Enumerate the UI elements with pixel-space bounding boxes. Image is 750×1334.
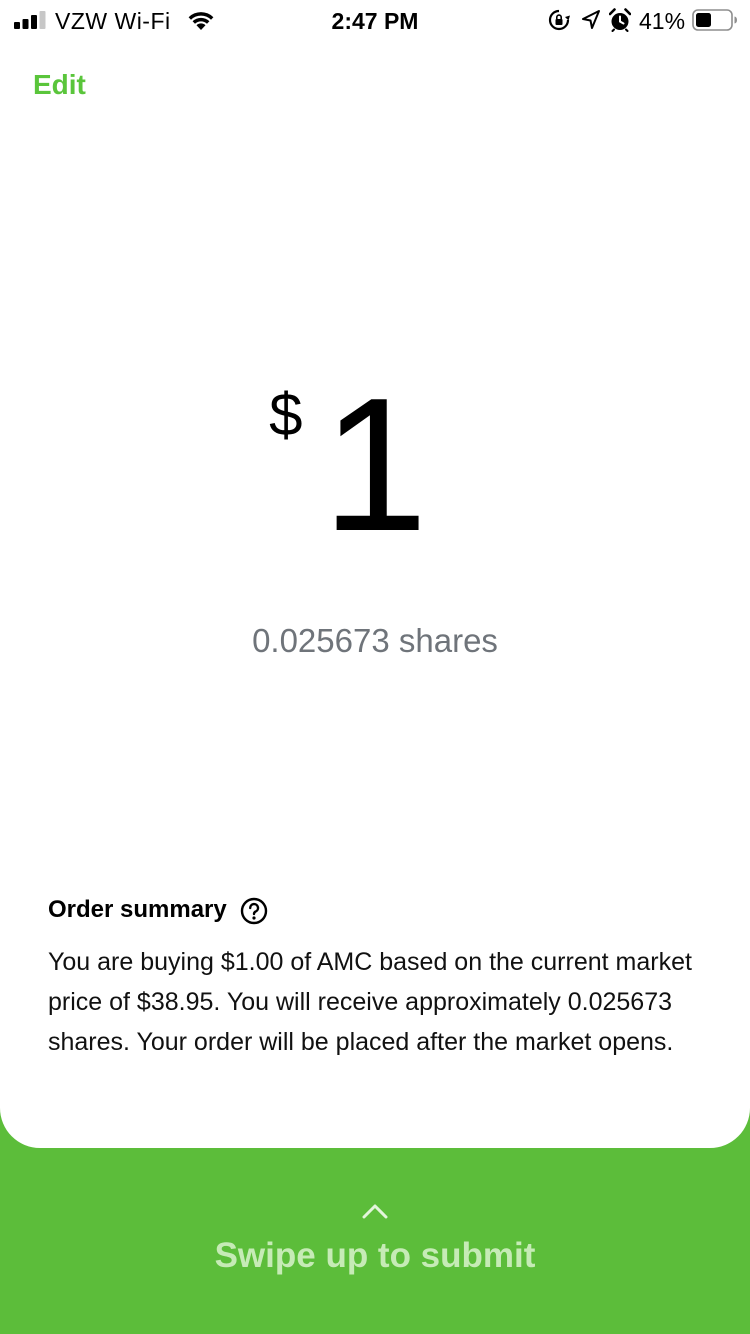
order-card: VZW Wi-Fi 2:47 PM 41% Edit $ 1 0.025673 …	[0, 0, 750, 1148]
order-summary-title: Order summary	[48, 896, 227, 923]
order-amount[interactable]: $ 1	[0, 370, 750, 560]
battery-percent: 41%	[639, 8, 686, 34]
amount-value: 1	[322, 359, 428, 571]
edit-button[interactable]: Edit	[33, 69, 86, 101]
help-circle-icon[interactable]	[240, 897, 268, 925]
status-time: 2:47 PM	[331, 8, 419, 34]
chevron-up-icon	[362, 1204, 388, 1219]
order-screen: VZW Wi-Fi 2:47 PM 41% Edit $ 1 0.025673 …	[0, 0, 750, 1334]
alarm-clock-icon	[609, 8, 631, 32]
location-arrow-icon	[582, 10, 600, 29]
battery-icon	[692, 9, 737, 31]
status-bar: VZW Wi-Fi 2:47 PM 41%	[0, 0, 750, 40]
order-summary-text: You are buying $1.00 of AMC based on the…	[48, 948, 692, 1056]
swipe-submit-button[interactable]: Swipe up to submit	[0, 1236, 750, 1276]
rotation-lock-icon	[548, 9, 570, 31]
currency-symbol: $	[269, 381, 303, 448]
amount-display: $ 1	[269, 370, 428, 560]
shares-estimate: 0.025673 shares	[252, 622, 498, 659]
